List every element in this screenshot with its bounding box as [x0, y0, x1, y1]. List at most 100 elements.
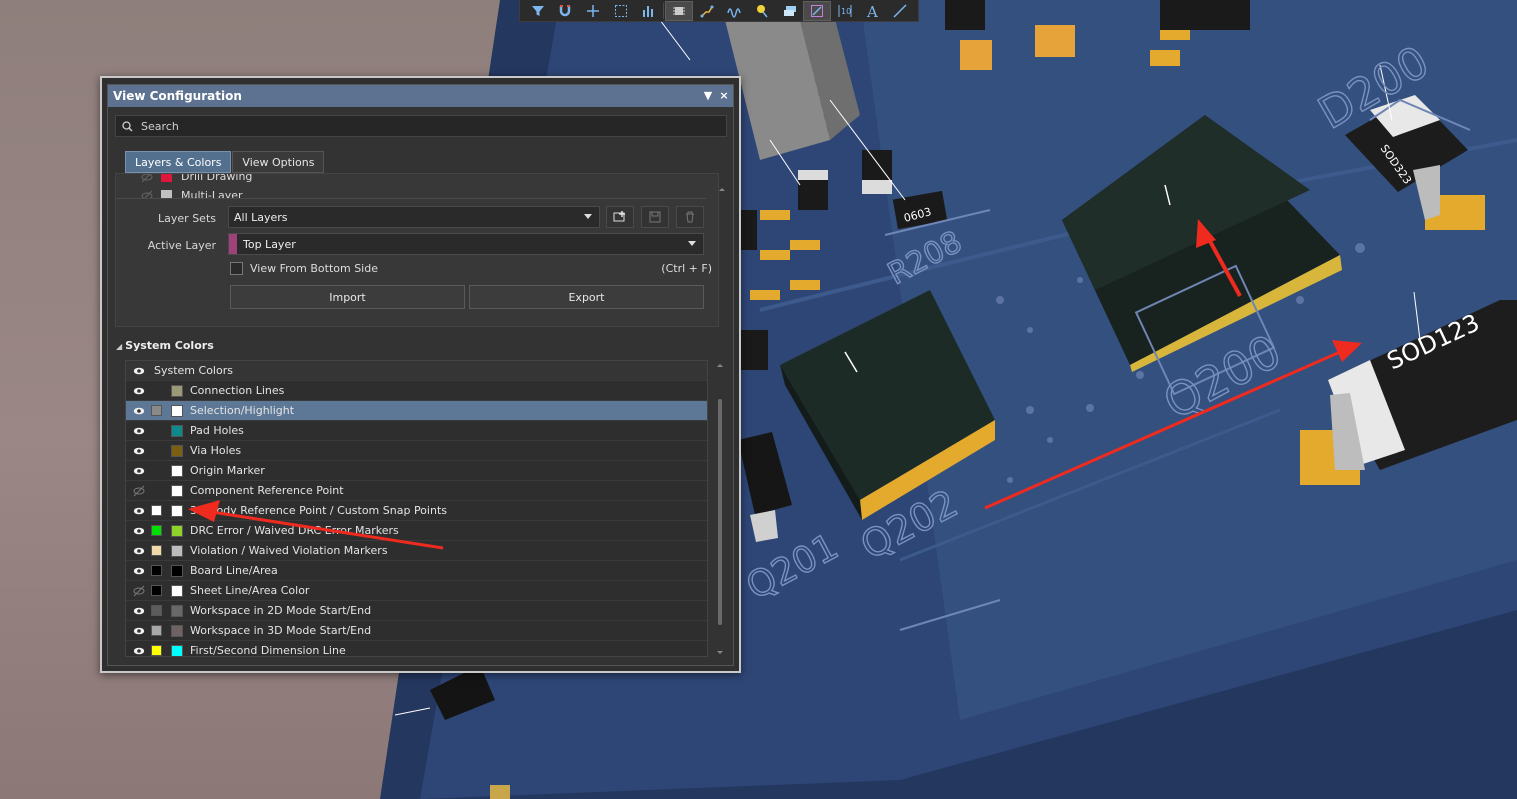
- layer-row-multi-layer[interactable]: Multi-Layer: [126, 186, 243, 198]
- dimension-icon[interactable]: 10: [831, 1, 859, 21]
- system-color-row[interactable]: Sheet Line/Area Color: [126, 581, 707, 601]
- eye-icon[interactable]: [133, 445, 145, 457]
- view-bottom-checkbox[interactable]: [230, 262, 243, 275]
- system-color-row[interactable]: 3D Body Reference Point / Custom Snap Po…: [126, 501, 707, 521]
- color-swatch[interactable]: [171, 585, 183, 597]
- component-icon[interactable]: [665, 0, 693, 21]
- close-icon[interactable]: ×: [717, 88, 731, 104]
- layer-list-scrollbar[interactable]: [718, 185, 726, 325]
- color-swatch-secondary[interactable]: [151, 565, 162, 576]
- color-swatch[interactable]: [171, 405, 183, 417]
- layer-row-drill-drawing[interactable]: Drill Drawing: [126, 174, 252, 186]
- system-color-row[interactable]: Violation / Waived Violation Markers: [126, 541, 707, 561]
- route-icon[interactable]: [693, 1, 721, 21]
- eye-icon[interactable]: [133, 625, 145, 637]
- import-button[interactable]: Import: [230, 285, 465, 309]
- eye-icon[interactable]: [133, 525, 145, 537]
- system-colors-section-header[interactable]: ◢ System Colors: [116, 339, 214, 352]
- color-swatch-secondary[interactable]: [151, 525, 162, 536]
- scrollbar-thumb[interactable]: [718, 399, 722, 625]
- magnet-icon[interactable]: [552, 1, 580, 21]
- eye-icon[interactable]: [133, 465, 145, 477]
- layer-color-swatch[interactable]: [161, 174, 172, 182]
- system-color-name: Component Reference Point: [190, 484, 344, 497]
- panel-title-bar[interactable]: View Configuration ▼ ×: [108, 85, 733, 107]
- system-color-row[interactable]: Workspace in 3D Mode Start/End: [126, 621, 707, 641]
- eye-icon[interactable]: [133, 405, 145, 417]
- save-layer-set-button[interactable]: [641, 206, 669, 228]
- scroll-down-icon[interactable]: [715, 649, 725, 657]
- color-swatch-secondary[interactable]: [151, 625, 162, 636]
- system-color-row[interactable]: Selection/Highlight: [126, 401, 707, 421]
- text-icon[interactable]: A: [859, 1, 887, 21]
- system-color-row[interactable]: DRC Error / Waived DRC Error Markers: [126, 521, 707, 541]
- filter-icon[interactable]: [524, 1, 552, 21]
- layer-color-swatch[interactable]: [161, 190, 172, 198]
- scroll-up-icon[interactable]: [715, 361, 725, 369]
- layers-icon[interactable]: [776, 1, 804, 21]
- system-color-row[interactable]: Via Holes: [126, 441, 707, 461]
- add-layer-set-button[interactable]: [606, 206, 634, 228]
- eye-icon[interactable]: [133, 365, 145, 377]
- layer-sets-dropdown[interactable]: All Layers: [228, 206, 600, 228]
- export-button[interactable]: Export: [469, 285, 704, 309]
- system-color-row[interactable]: Component Reference Point: [126, 481, 707, 501]
- color-swatch-secondary[interactable]: [151, 605, 162, 616]
- eye-hidden-icon[interactable]: [133, 485, 145, 497]
- eye-hidden-icon[interactable]: [141, 190, 153, 199]
- color-swatch-secondary[interactable]: [151, 505, 162, 516]
- color-swatch[interactable]: [171, 645, 183, 656]
- select-rect-icon[interactable]: [607, 1, 635, 21]
- eye-icon[interactable]: [133, 385, 145, 397]
- wave-icon[interactable]: [721, 1, 749, 21]
- search-input[interactable]: Search: [115, 115, 727, 137]
- color-swatch[interactable]: [171, 605, 183, 617]
- eye-icon[interactable]: [133, 425, 145, 437]
- color-swatch[interactable]: [171, 385, 183, 397]
- system-color-row[interactable]: Workspace in 2D Mode Start/End: [126, 601, 707, 621]
- line-icon[interactable]: [886, 1, 914, 21]
- bar-chart-icon[interactable]: [635, 1, 663, 21]
- scroll-up-icon[interactable]: [718, 185, 726, 195]
- system-color-row[interactable]: Board Line/Area: [126, 561, 707, 581]
- color-swatch[interactable]: [171, 465, 183, 477]
- color-swatch[interactable]: [171, 525, 183, 537]
- system-color-row[interactable]: First/Second Dimension Line: [126, 641, 707, 656]
- system-color-name: Sheet Line/Area Color: [190, 584, 310, 597]
- delete-layer-set-button[interactable]: [676, 206, 704, 228]
- eye-icon[interactable]: [133, 505, 145, 517]
- color-swatch[interactable]: [171, 445, 183, 457]
- plus-icon[interactable]: [579, 1, 607, 21]
- active-layer-dropdown[interactable]: Top Layer: [228, 233, 704, 255]
- eye-icon[interactable]: [133, 605, 145, 617]
- add-layer-set-icon: [613, 211, 625, 222]
- system-color-row[interactable]: Pad Holes: [126, 421, 707, 441]
- pin-icon[interactable]: [748, 1, 776, 21]
- color-swatch-secondary[interactable]: [151, 405, 162, 416]
- color-swatch-secondary[interactable]: [151, 545, 162, 556]
- eye-hidden-icon[interactable]: [141, 174, 153, 183]
- color-swatch[interactable]: [171, 625, 183, 637]
- color-swatch[interactable]: [171, 425, 183, 437]
- color-swatch-secondary[interactable]: [151, 645, 162, 656]
- color-swatch[interactable]: [171, 565, 183, 577]
- eye-icon[interactable]: [133, 645, 145, 656]
- layers-colors-body: Drill Drawing Multi-Layer Layer Sets All…: [115, 173, 719, 327]
- system-color-row[interactable]: Connection Lines: [126, 381, 707, 401]
- color-swatch-secondary[interactable]: [151, 585, 162, 596]
- tab-layers-colors[interactable]: Layers & Colors: [125, 151, 232, 173]
- eye-icon[interactable]: [133, 565, 145, 577]
- panel-menu-icon[interactable]: ▼: [701, 88, 715, 104]
- eye-hidden-icon[interactable]: [133, 585, 145, 597]
- highlight-icon[interactable]: [803, 0, 832, 21]
- active-layer-color-swatch: [229, 234, 237, 254]
- color-swatch[interactable]: [171, 485, 183, 497]
- system-colors-scrollbar[interactable]: [715, 361, 725, 657]
- tab-view-options[interactable]: View Options: [232, 151, 325, 173]
- color-swatch[interactable]: [171, 545, 183, 557]
- eye-icon[interactable]: [133, 545, 145, 557]
- system-color-name: Board Line/Area: [190, 564, 278, 577]
- collapse-arrow-icon[interactable]: ◢: [116, 342, 122, 351]
- color-swatch[interactable]: [171, 505, 183, 517]
- system-color-row[interactable]: Origin Marker: [126, 461, 707, 481]
